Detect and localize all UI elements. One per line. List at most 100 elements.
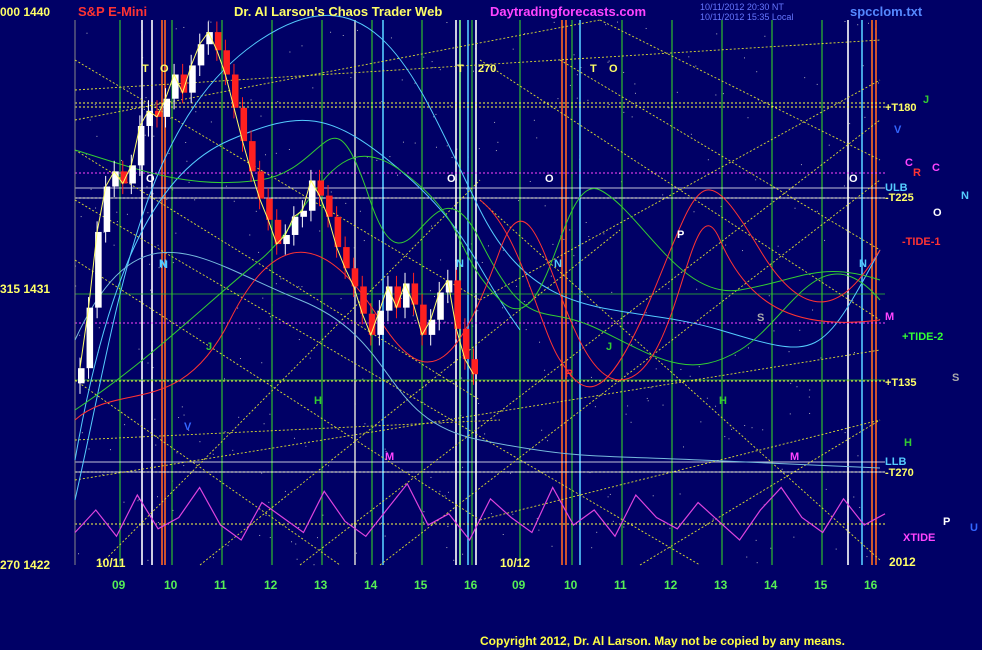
star	[634, 83, 636, 85]
star	[149, 263, 151, 265]
star	[435, 146, 437, 148]
star	[258, 328, 260, 330]
star	[340, 298, 342, 300]
star	[81, 432, 83, 434]
star	[261, 362, 263, 364]
star	[688, 56, 690, 58]
star	[576, 74, 578, 76]
star	[305, 445, 307, 447]
label-t180: +T180	[885, 102, 917, 114]
star	[502, 249, 504, 251]
star	[155, 444, 157, 446]
star	[652, 495, 654, 497]
x-tick-label: 14	[764, 578, 778, 592]
star	[255, 210, 257, 212]
star	[816, 210, 818, 212]
star	[563, 238, 565, 240]
star	[138, 348, 140, 350]
star	[210, 21, 212, 23]
star	[116, 221, 118, 223]
star	[603, 233, 605, 235]
star	[523, 300, 525, 302]
star	[569, 229, 571, 231]
star	[356, 29, 358, 31]
candle-body	[78, 368, 85, 384]
star	[552, 243, 554, 245]
star	[533, 119, 535, 121]
y-label-mid: 315 1431	[0, 282, 51, 296]
star	[188, 181, 190, 183]
x-tick-label: 14	[364, 578, 378, 592]
star	[423, 511, 425, 513]
star	[755, 179, 757, 181]
overlay-marker: H	[314, 395, 322, 407]
label-tide2: +TIDE-2	[902, 331, 944, 343]
star	[472, 70, 474, 72]
timestamp-local: 10/11/2012 15:35 Local	[700, 12, 794, 22]
star	[194, 199, 196, 201]
star	[208, 20, 210, 22]
diagonal-line	[74, 19, 601, 121]
star	[362, 378, 364, 380]
star	[668, 288, 670, 290]
star	[132, 108, 134, 110]
overlay-marker: N	[160, 259, 168, 271]
overlay-marker: M	[385, 451, 394, 463]
star	[690, 133, 692, 135]
star	[773, 330, 775, 332]
star	[695, 65, 697, 67]
star	[864, 116, 866, 118]
star	[446, 145, 448, 147]
star	[435, 113, 437, 115]
star	[429, 290, 431, 292]
star	[176, 452, 178, 454]
star	[277, 101, 279, 103]
star	[698, 366, 700, 368]
star	[509, 172, 511, 174]
star	[98, 327, 100, 329]
star	[89, 119, 91, 121]
star	[724, 436, 726, 438]
star	[462, 553, 464, 555]
star	[693, 211, 695, 213]
star	[852, 300, 854, 302]
star	[298, 339, 300, 341]
star	[800, 164, 802, 166]
star	[809, 412, 811, 414]
xtide-oscillator	[74, 482, 886, 542]
star	[328, 465, 330, 467]
star	[824, 239, 826, 241]
star	[844, 432, 846, 434]
diagonal-line	[99, 179, 481, 566]
page-title: Dr. Al Larson's Chaos Trader Web	[234, 4, 443, 19]
star	[825, 488, 827, 490]
star	[756, 71, 758, 73]
overlay-marker: 270	[478, 63, 496, 75]
x-tick-label: 16	[464, 578, 478, 592]
site-link[interactable]: Daytradingforecasts.com	[490, 4, 646, 19]
star	[490, 513, 492, 515]
star	[350, 77, 352, 79]
timestamp-nt: 10/11/2012 20:30 NT	[700, 2, 784, 12]
overlay-marker: S	[757, 312, 764, 324]
star	[617, 21, 619, 23]
label-c: C	[932, 162, 940, 174]
background-stars	[75, 20, 879, 566]
star	[762, 429, 764, 431]
star	[844, 21, 846, 23]
grid-lines	[74, 20, 885, 565]
overlay-marker: O	[160, 63, 169, 75]
star	[547, 440, 549, 442]
star	[384, 448, 386, 450]
star	[608, 60, 610, 62]
star	[147, 212, 149, 214]
x-tick-label: 11	[214, 578, 227, 592]
star	[529, 180, 531, 182]
star	[390, 37, 392, 39]
star	[313, 564, 315, 566]
y-label-bottom: 270 1422	[0, 558, 51, 572]
star	[728, 438, 730, 440]
x-tick-label: 12	[264, 578, 278, 592]
x-tick-label: 09	[512, 578, 526, 592]
chaos-chart: T O T 270 T OO O O ONN N N NJ JH HM MVRPSC	[74, 15, 913, 566]
